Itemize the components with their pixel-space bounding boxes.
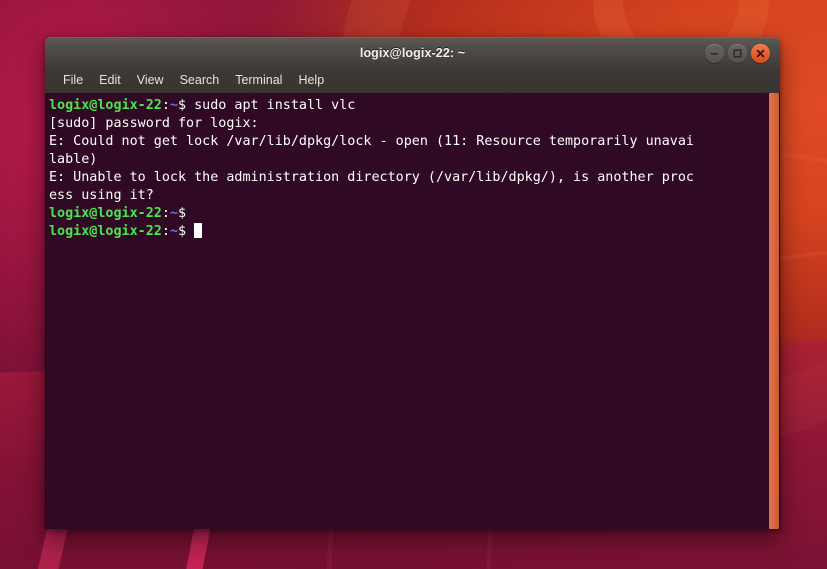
prompt-user-host: logix@logix-22 xyxy=(49,206,162,221)
terminal-output-text: ess using it? xyxy=(49,188,154,203)
prompt-user-host: logix@logix-22 xyxy=(49,98,162,113)
prompt-dollar: $ xyxy=(178,206,187,221)
terminal-window: logix@logix-22: ~ File Edit View Search … xyxy=(45,37,780,529)
terminal-command-text xyxy=(186,224,194,239)
terminal-screen[interactable]: logix@logix-22:~$ sudo apt install vlc [s… xyxy=(46,93,768,529)
menu-item-view[interactable]: View xyxy=(129,68,172,93)
prompt-colon: : xyxy=(161,98,170,113)
close-button[interactable] xyxy=(751,44,770,63)
minimize-icon xyxy=(711,53,718,55)
terminal-scrollbar[interactable] xyxy=(768,93,780,529)
menu-item-help[interactable]: Help xyxy=(290,68,332,93)
terminal-output-text: lable) xyxy=(49,152,98,167)
close-icon xyxy=(756,49,765,58)
terminal-command-text: sudo apt install vlc xyxy=(186,98,356,113)
window-controls xyxy=(705,44,770,63)
terminal-output-text: [sudo] password for logix: xyxy=(49,116,259,131)
terminal-line: logix@logix-22:~$ sudo apt install vlc xyxy=(49,97,768,115)
terminal-line: logix@logix-22:~$ xyxy=(49,223,768,241)
scrollbar-thumb[interactable] xyxy=(769,93,779,529)
titlebar[interactable]: logix@logix-22: ~ xyxy=(45,37,780,68)
terminal-cursor xyxy=(194,223,203,238)
menu-item-file[interactable]: File xyxy=(55,68,91,93)
menu-item-search[interactable]: Search xyxy=(172,68,228,93)
prompt-colon: : xyxy=(161,224,170,239)
terminal-line: ess using it? xyxy=(49,187,768,205)
terminal-line: E: Could not get lock /var/lib/dpkg/lock… xyxy=(49,133,768,151)
prompt-path: ~ xyxy=(169,98,178,113)
minimize-button[interactable] xyxy=(705,44,724,63)
terminal-line: [sudo] password for logix: xyxy=(49,115,768,133)
menu-item-edit[interactable]: Edit xyxy=(91,68,129,93)
window-title: logix@logix-22: ~ xyxy=(359,46,466,60)
terminal-output-text: E: Could not get lock /var/lib/dpkg/lock… xyxy=(49,134,694,149)
prompt-user-host: logix@logix-22 xyxy=(49,224,162,239)
prompt-dollar: $ xyxy=(178,98,187,113)
terminal-line: lable) xyxy=(49,151,768,169)
maximize-icon xyxy=(733,49,742,58)
terminal-line: E: Unable to lock the administration dir… xyxy=(49,169,768,187)
terminal-output-text: E: Unable to lock the administration dir… xyxy=(49,170,694,185)
terminal-body: logix@logix-22:~$ sudo apt install vlc [s… xyxy=(45,93,780,529)
terminal-line: logix@logix-22:~$ xyxy=(49,205,768,223)
menu-item-terminal[interactable]: Terminal xyxy=(227,68,290,93)
menubar: File Edit View Search Terminal Help xyxy=(45,68,780,93)
maximize-button[interactable] xyxy=(728,44,747,63)
prompt-dollar: $ xyxy=(178,224,187,239)
prompt-path: ~ xyxy=(169,224,178,239)
prompt-path: ~ xyxy=(169,206,178,221)
prompt-colon: : xyxy=(161,206,170,221)
desktop-background: logix@logix-22: ~ File Edit View Search … xyxy=(0,0,827,569)
